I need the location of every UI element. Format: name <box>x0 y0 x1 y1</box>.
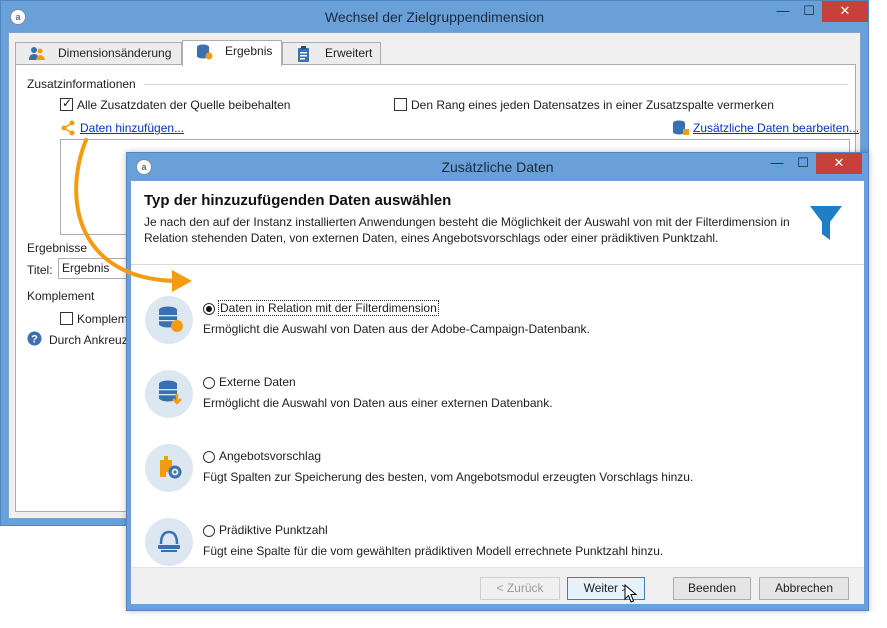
edit-additional-data-link[interactable]: Zusätzliche Daten bearbeiten... <box>693 121 859 135</box>
title-label: Titel: <box>27 263 53 277</box>
option-offer-label[interactable]: Angebotsvorschlag <box>219 449 321 463</box>
maximize-button[interactable]: ☐ <box>796 1 822 22</box>
back-button[interactable]: < Zurück <box>480 577 560 600</box>
database-external-icon <box>145 370 193 418</box>
option-external-radio[interactable] <box>203 377 215 389</box>
help-text: Durch Ankreuz <box>49 333 128 347</box>
dialog-heading: Typ der hinzuzufügenden Daten auswählen <box>144 192 452 209</box>
dialog-title: Zusätzliche Daten <box>441 159 554 175</box>
database-edit-icon <box>673 120 689 135</box>
close-button[interactable]: ✕ <box>822 1 868 22</box>
svg-text:?: ? <box>31 334 38 346</box>
rank-column-checkbox[interactable] <box>394 98 407 111</box>
section-heading-complement: Komplement <box>27 289 95 303</box>
title-input-value: Ergebnis <box>62 261 110 275</box>
tab-dimension-change[interactable]: Dimensionsänderung <box>15 42 182 65</box>
section-heading-results: Ergebnisse <box>27 241 88 255</box>
main-window-title: Wechsel der Zielgruppendimension <box>324 9 545 25</box>
rank-column-label: Den Rang eines jeden Datensatzes in eine… <box>411 98 774 112</box>
tab-label: Dimensionsänderung <box>58 46 172 60</box>
dialog-header: Typ der hinzuzufügenden Daten auswählen … <box>131 181 864 265</box>
tab-advanced[interactable]: Erweitert <box>282 42 381 65</box>
option-predictive-description: Fügt eine Spalte für die vom gewählten p… <box>203 544 664 558</box>
mouse-cursor-icon <box>624 584 638 603</box>
section-divider <box>144 84 848 85</box>
offer-gear-icon <box>145 444 193 492</box>
option-offer-description: Fügt Spalten zur Speicherung des besten,… <box>203 470 694 484</box>
finish-button[interactable]: Beenden <box>673 577 751 600</box>
section-heading-additional-info: Zusatzinformationen <box>27 77 136 91</box>
option-relation-radio[interactable] <box>203 303 215 315</box>
complement-label: Komplem <box>77 312 128 326</box>
dialog-maximize-button[interactable]: ☐ <box>790 153 816 174</box>
option-external-label[interactable]: Externe Daten <box>219 375 296 389</box>
clipboard-icon <box>298 46 309 62</box>
dialog-description: Je nach den auf der Instanz installierte… <box>144 215 790 245</box>
dialog-client-area: Typ der hinzuzufügenden Daten auswählen … <box>131 181 864 604</box>
add-data-link[interactable]: Daten hinzufügen... <box>80 121 184 135</box>
option-offer-radio[interactable] <box>203 451 215 463</box>
cancel-button[interactable]: Abbrechen <box>759 577 849 600</box>
additional-data-dialog: a Zusätzliche Daten — ☐ ✕ Typ der hinzuz… <box>126 152 869 611</box>
option-predictive-radio[interactable] <box>203 525 215 537</box>
option-external-description: Ermöglicht die Auswahl von Daten aus ein… <box>203 396 553 410</box>
predictive-score-icon <box>145 518 193 566</box>
funnel-icon <box>810 206 842 240</box>
option-relation-label[interactable]: Daten in Relation mit der Filterdimensio… <box>218 300 439 316</box>
main-titlebar[interactable]: a Wechsel der Zielgruppendimension — ☐ ✕ <box>1 1 868 32</box>
complement-checkbox[interactable] <box>60 312 73 325</box>
dialog-close-button[interactable]: ✕ <box>816 153 862 174</box>
option-predictive-label[interactable]: Prädiktive Punktzahl <box>219 523 328 537</box>
tab-label: Ergebnis <box>225 44 273 58</box>
keep-source-data-label: Alle Zusatzdaten der Quelle beibehalten <box>77 98 291 112</box>
dialog-minimize-button[interactable]: — <box>764 153 790 174</box>
minimize-button[interactable]: — <box>770 1 796 22</box>
option-relation-description: Ermöglicht die Auswahl von Daten aus der… <box>203 322 590 336</box>
database-icon <box>197 44 213 60</box>
database-relation-icon <box>145 296 193 344</box>
help-icon: ? <box>27 331 42 346</box>
users-icon <box>29 47 45 60</box>
tab-label: Erweitert <box>325 46 373 60</box>
share-icon <box>61 120 75 136</box>
keep-source-data-checkbox[interactable] <box>60 96 73 111</box>
tab-result[interactable]: Ergebnis <box>182 40 282 66</box>
